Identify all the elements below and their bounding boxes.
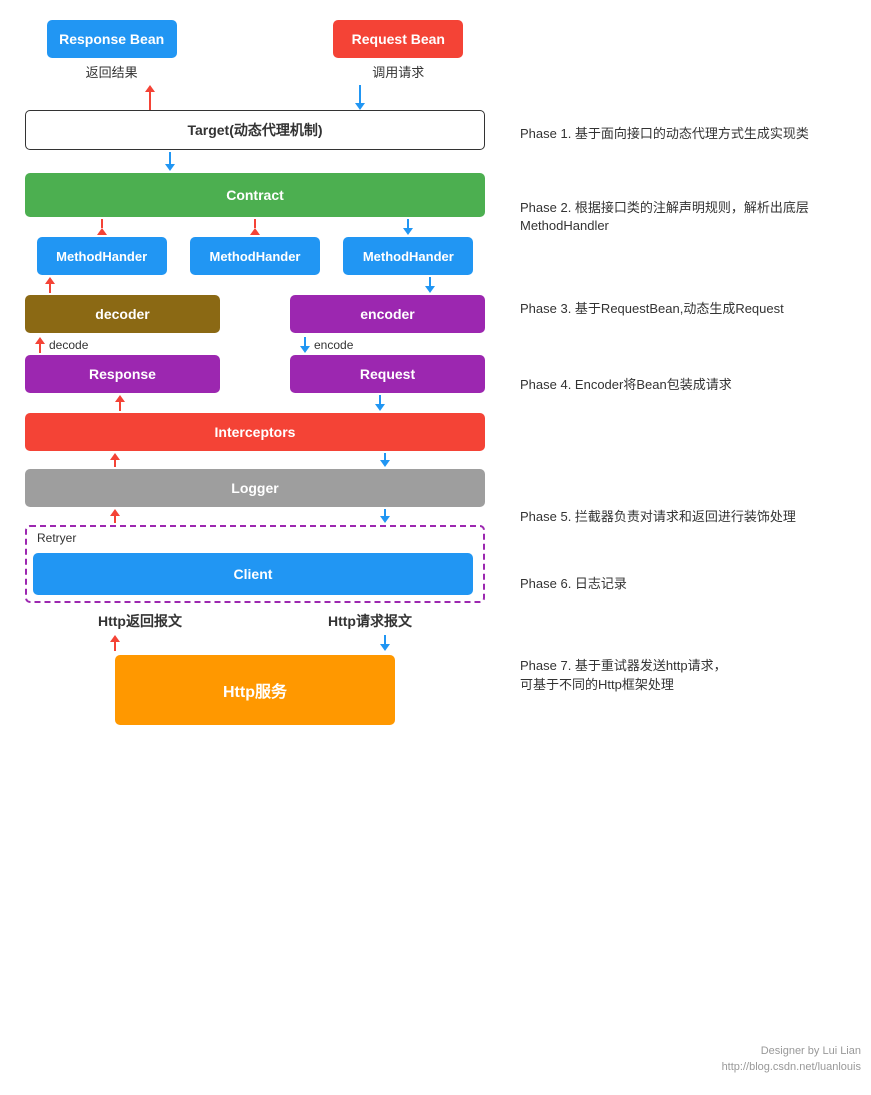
watermark-line2: http://blog.csdn.net/luanlouis xyxy=(722,1060,861,1075)
phase-4: Phase 4. Encoder将Bean包装成请求 xyxy=(520,376,861,394)
arr2 xyxy=(250,219,260,235)
logger-label: Logger xyxy=(231,480,278,496)
response-box: Response xyxy=(25,355,220,393)
contract-label: Contract xyxy=(226,187,284,203)
http-service-label: Http服务 xyxy=(223,678,287,702)
response-request-row: Response Request xyxy=(25,355,485,393)
arr-interceptors-right xyxy=(375,395,385,411)
arr-logger-left xyxy=(110,453,120,467)
arr-right-down xyxy=(425,277,435,293)
arr-client-left xyxy=(110,509,120,523)
response-bean-box: Response Bean xyxy=(47,20,177,58)
phase-7-text: Phase 7. 基于重试器发送http请求， 可基于不同的Http框架处理 xyxy=(520,658,727,691)
phase-6: Phase 6. 日志记录 xyxy=(520,575,861,593)
response-label: Response xyxy=(89,366,156,382)
phase-3: Phase 3. 基于RequestBean,动态生成Request xyxy=(520,300,861,318)
arr1 xyxy=(97,219,107,235)
request-bean-box: Request Bean xyxy=(333,20,463,58)
method-handler-3: MethodHander xyxy=(343,237,473,275)
phase-5: Phase 5. 拦截器负责对请求和返回进行装饰处理 xyxy=(520,508,861,526)
encoder-label: encoder xyxy=(360,306,414,322)
arrows-to-client xyxy=(25,509,485,523)
bean-labels-row: 返回结果 调用请求 xyxy=(15,62,495,81)
phase-1: Phase 1. 基于面向接口的动态代理方式生成实现类 xyxy=(520,125,861,143)
arrows-to-interceptors xyxy=(25,395,485,411)
method-handler-1-label: MethodHander xyxy=(56,249,147,264)
method-handlers-row: MethodHander MethodHander MethodHander xyxy=(25,237,485,275)
phase-2-text: Phase 2. 根据接口类的注解声明规则，解析出底层 MethodHandle… xyxy=(520,200,809,233)
arr3 xyxy=(403,219,413,235)
right-arrow-down xyxy=(355,85,365,110)
phase-7: Phase 7. 基于重试器发送http请求， 可基于不同的Http框架处理 xyxy=(520,657,861,693)
phase-4-text: Phase 4. Encoder将Bean包装成请求 xyxy=(520,377,732,392)
beans-row: Response Bean Request Bean xyxy=(15,20,495,58)
http-return-label: Http返回报文 xyxy=(98,611,182,631)
decode-arrow xyxy=(35,337,45,353)
arr-logger-right xyxy=(380,453,390,467)
phase-6-text: Phase 6. 日志记录 xyxy=(520,576,627,591)
phase-2: Phase 2. 根据接口类的注解声明规则，解析出底层 MethodHandle… xyxy=(520,199,861,235)
request-label: Request xyxy=(360,366,415,382)
decode-encode-row: decode encode xyxy=(25,337,485,353)
retryer-label-text: Retryer xyxy=(37,531,76,545)
target-label: Target(动态代理机制) xyxy=(187,120,322,140)
encode-label: encode xyxy=(314,338,353,352)
arr-client-right xyxy=(380,509,390,523)
contract-box: Contract xyxy=(25,173,485,217)
arrows-contract-methods xyxy=(25,219,485,235)
client-box: Client xyxy=(33,553,473,595)
interceptors-box: Interceptors xyxy=(25,413,485,451)
decoder-label: decoder xyxy=(95,306,149,322)
http-return-text: Http返回报文 xyxy=(98,613,182,629)
arrows-methods-coders xyxy=(25,277,485,293)
return-label: 返回结果 xyxy=(47,62,177,81)
method-handler-1: MethodHander xyxy=(37,237,167,275)
http-request-text: Http请求报文 xyxy=(328,613,412,629)
encode-arrow xyxy=(300,337,310,353)
request-box: Request xyxy=(290,355,485,393)
method-handler-2-label: MethodHander xyxy=(209,249,300,264)
phase-1-text: Phase 1. 基于面向接口的动态代理方式生成实现类 xyxy=(520,126,809,141)
arr-http-right xyxy=(380,635,390,651)
response-bean-label: Response Bean xyxy=(59,31,164,47)
arrow-beans-target xyxy=(15,85,495,110)
interceptors-label: Interceptors xyxy=(215,424,296,440)
call-label: 调用请求 xyxy=(333,62,463,81)
arrows-to-http xyxy=(25,635,485,651)
arrow-target-contract xyxy=(25,152,485,171)
arr-interceptors-left xyxy=(115,395,125,411)
method-handler-2: MethodHander xyxy=(190,237,320,275)
encode-area: encode xyxy=(290,337,485,353)
arr-left-up xyxy=(45,277,55,293)
encoder-box: encoder xyxy=(290,295,485,333)
watermark-area: Designer by Lui Lian http://blog.csdn.ne… xyxy=(722,1044,861,1075)
watermark-line1: Designer by Lui Lian xyxy=(722,1044,861,1059)
left-arrow-up xyxy=(145,85,155,110)
decoder-encoder-row: decoder encoder xyxy=(25,295,485,333)
diagram-area: Response Bean Request Bean 返回结果 调用请求 xyxy=(10,20,500,725)
http-labels-row: Http返回报文 Http请求报文 xyxy=(25,611,485,631)
http-request-label: Http请求报文 xyxy=(328,611,412,631)
arr-http-left xyxy=(110,635,120,651)
target-box: Target(动态代理机制) xyxy=(25,110,485,150)
phase-5-text: Phase 5. 拦截器负责对请求和返回进行装饰处理 xyxy=(520,509,796,524)
phase-3-text: Phase 3. 基于RequestBean,动态生成Request xyxy=(520,301,784,316)
phases-column: Phase 1. 基于面向接口的动态代理方式生成实现类 Phase 2. 根据接… xyxy=(500,20,861,725)
method-handler-3-label: MethodHander xyxy=(363,249,454,264)
arrow-down-blue xyxy=(165,152,175,171)
http-service-box: Http服务 xyxy=(115,655,395,725)
decode-area: decode xyxy=(25,337,220,353)
decoder-box: decoder xyxy=(25,295,220,333)
diagram-column: Response Bean Request Bean 返回结果 调用请求 xyxy=(10,20,500,725)
client-label: Client xyxy=(234,566,273,582)
arrows-to-logger xyxy=(25,453,485,467)
logger-box: Logger xyxy=(25,469,485,507)
request-bean-label: Request Bean xyxy=(352,31,445,47)
decode-label: decode xyxy=(49,338,88,352)
retryer-container: Retryer Client xyxy=(25,525,485,603)
